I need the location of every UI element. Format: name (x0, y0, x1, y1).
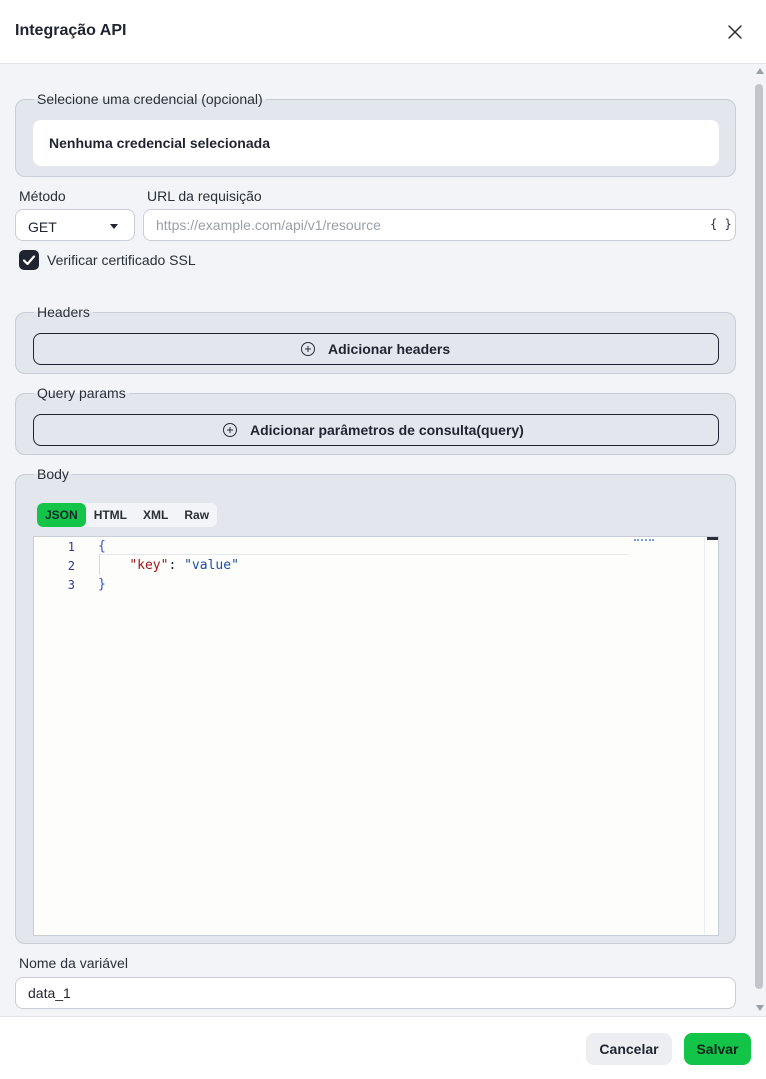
add-headers-button[interactable]: Adicionar headers (33, 333, 719, 365)
editor-scroll-thumb[interactable] (707, 537, 718, 540)
body-group: Body JSON HTML XML Raw 1 2 3 { "key": "v… (15, 466, 736, 944)
code-editor[interactable]: 1 2 3 { "key": "value" } (33, 536, 719, 936)
headers-legend: Headers (37, 304, 90, 320)
variable-name-label: Nome da variável (19, 955, 128, 971)
active-line-highlight (98, 554, 628, 555)
modal-title: Integração API (15, 22, 127, 39)
query-params-legend: Query params (37, 385, 126, 401)
scroll-down-arrow-icon[interactable] (756, 1005, 764, 1011)
scroll-thumb[interactable] (755, 84, 763, 989)
check-icon (22, 255, 36, 266)
close-icon (728, 25, 742, 39)
code-key: "key" (129, 558, 169, 573)
add-query-params-content: Adicionar parâmetros de consulta(query) (222, 422, 524, 438)
credential-select[interactable]: Nenhuma credencial selecionada (33, 120, 719, 166)
code-line-3: } (98, 577, 106, 592)
add-query-params-button[interactable]: Adicionar parâmetros de consulta(query) (33, 414, 719, 446)
headers-group: Headers Adicionar headers (15, 304, 736, 374)
query-params-group: Query params Adicionar parâmetros de con… (15, 385, 736, 455)
minimap-indicator (634, 539, 654, 542)
url-label: URL da requisição (147, 188, 262, 204)
scroll-up-arrow-icon[interactable] (756, 68, 764, 74)
line-number: 1 (67, 540, 75, 554)
ssl-checkbox[interactable] (19, 250, 39, 270)
code-separator: : (168, 558, 185, 573)
add-headers-content: Adicionar headers (300, 341, 450, 357)
code-close-brace: } (98, 577, 106, 592)
url-input[interactable] (143, 209, 736, 241)
tab-raw[interactable]: Raw (176, 503, 217, 527)
modal-header: Integração API (0, 0, 766, 64)
modal-footer: Cancelar Salvar (0, 1016, 766, 1079)
credential-group: Selecione uma credencial (opcional) Nenh… (15, 91, 736, 177)
ssl-label: Verificar certificado SSL (47, 252, 196, 268)
line-number: 2 (67, 559, 75, 573)
cancel-button[interactable]: Cancelar (586, 1033, 672, 1065)
add-query-params-label: Adicionar parâmetros de consulta(query) (250, 422, 524, 438)
tab-xml[interactable]: XML (135, 503, 176, 527)
body-legend: Body (37, 466, 69, 482)
method-label: Método (19, 188, 66, 204)
line-number: 3 (67, 578, 75, 592)
add-headers-label: Adicionar headers (328, 341, 451, 357)
save-button[interactable]: Salvar (684, 1033, 751, 1065)
code-value: "value" (184, 558, 239, 573)
modal-scrollbar[interactable] (752, 64, 766, 1016)
method-select[interactable]: GET (15, 209, 135, 241)
modal-body: Selecione uma credencial (opcional) Nenh… (0, 64, 766, 1016)
variable-braces-icon[interactable]: { } (710, 217, 732, 231)
code-open-brace: { (98, 539, 106, 554)
chevron-down-icon (110, 224, 118, 229)
body-format-tabs: JSON HTML XML Raw (37, 503, 218, 527)
code-line-1: { (98, 539, 106, 554)
credential-value: Nenhuma credencial selecionada (49, 135, 270, 151)
editor-scrollbar[interactable] (704, 537, 718, 935)
plus-circle-icon (301, 342, 315, 356)
tab-html[interactable]: HTML (86, 503, 135, 527)
credential-legend: Selecione uma credencial (opcional) (37, 91, 263, 107)
tab-json[interactable]: JSON (37, 503, 86, 527)
code-line-2: "key": "value" (98, 558, 239, 573)
method-value: GET (28, 219, 57, 235)
variable-name-input[interactable] (15, 977, 736, 1009)
line-number-gutter: 1 2 3 (34, 537, 89, 935)
close-button[interactable] (724, 21, 746, 43)
plus-circle-icon (223, 423, 237, 437)
